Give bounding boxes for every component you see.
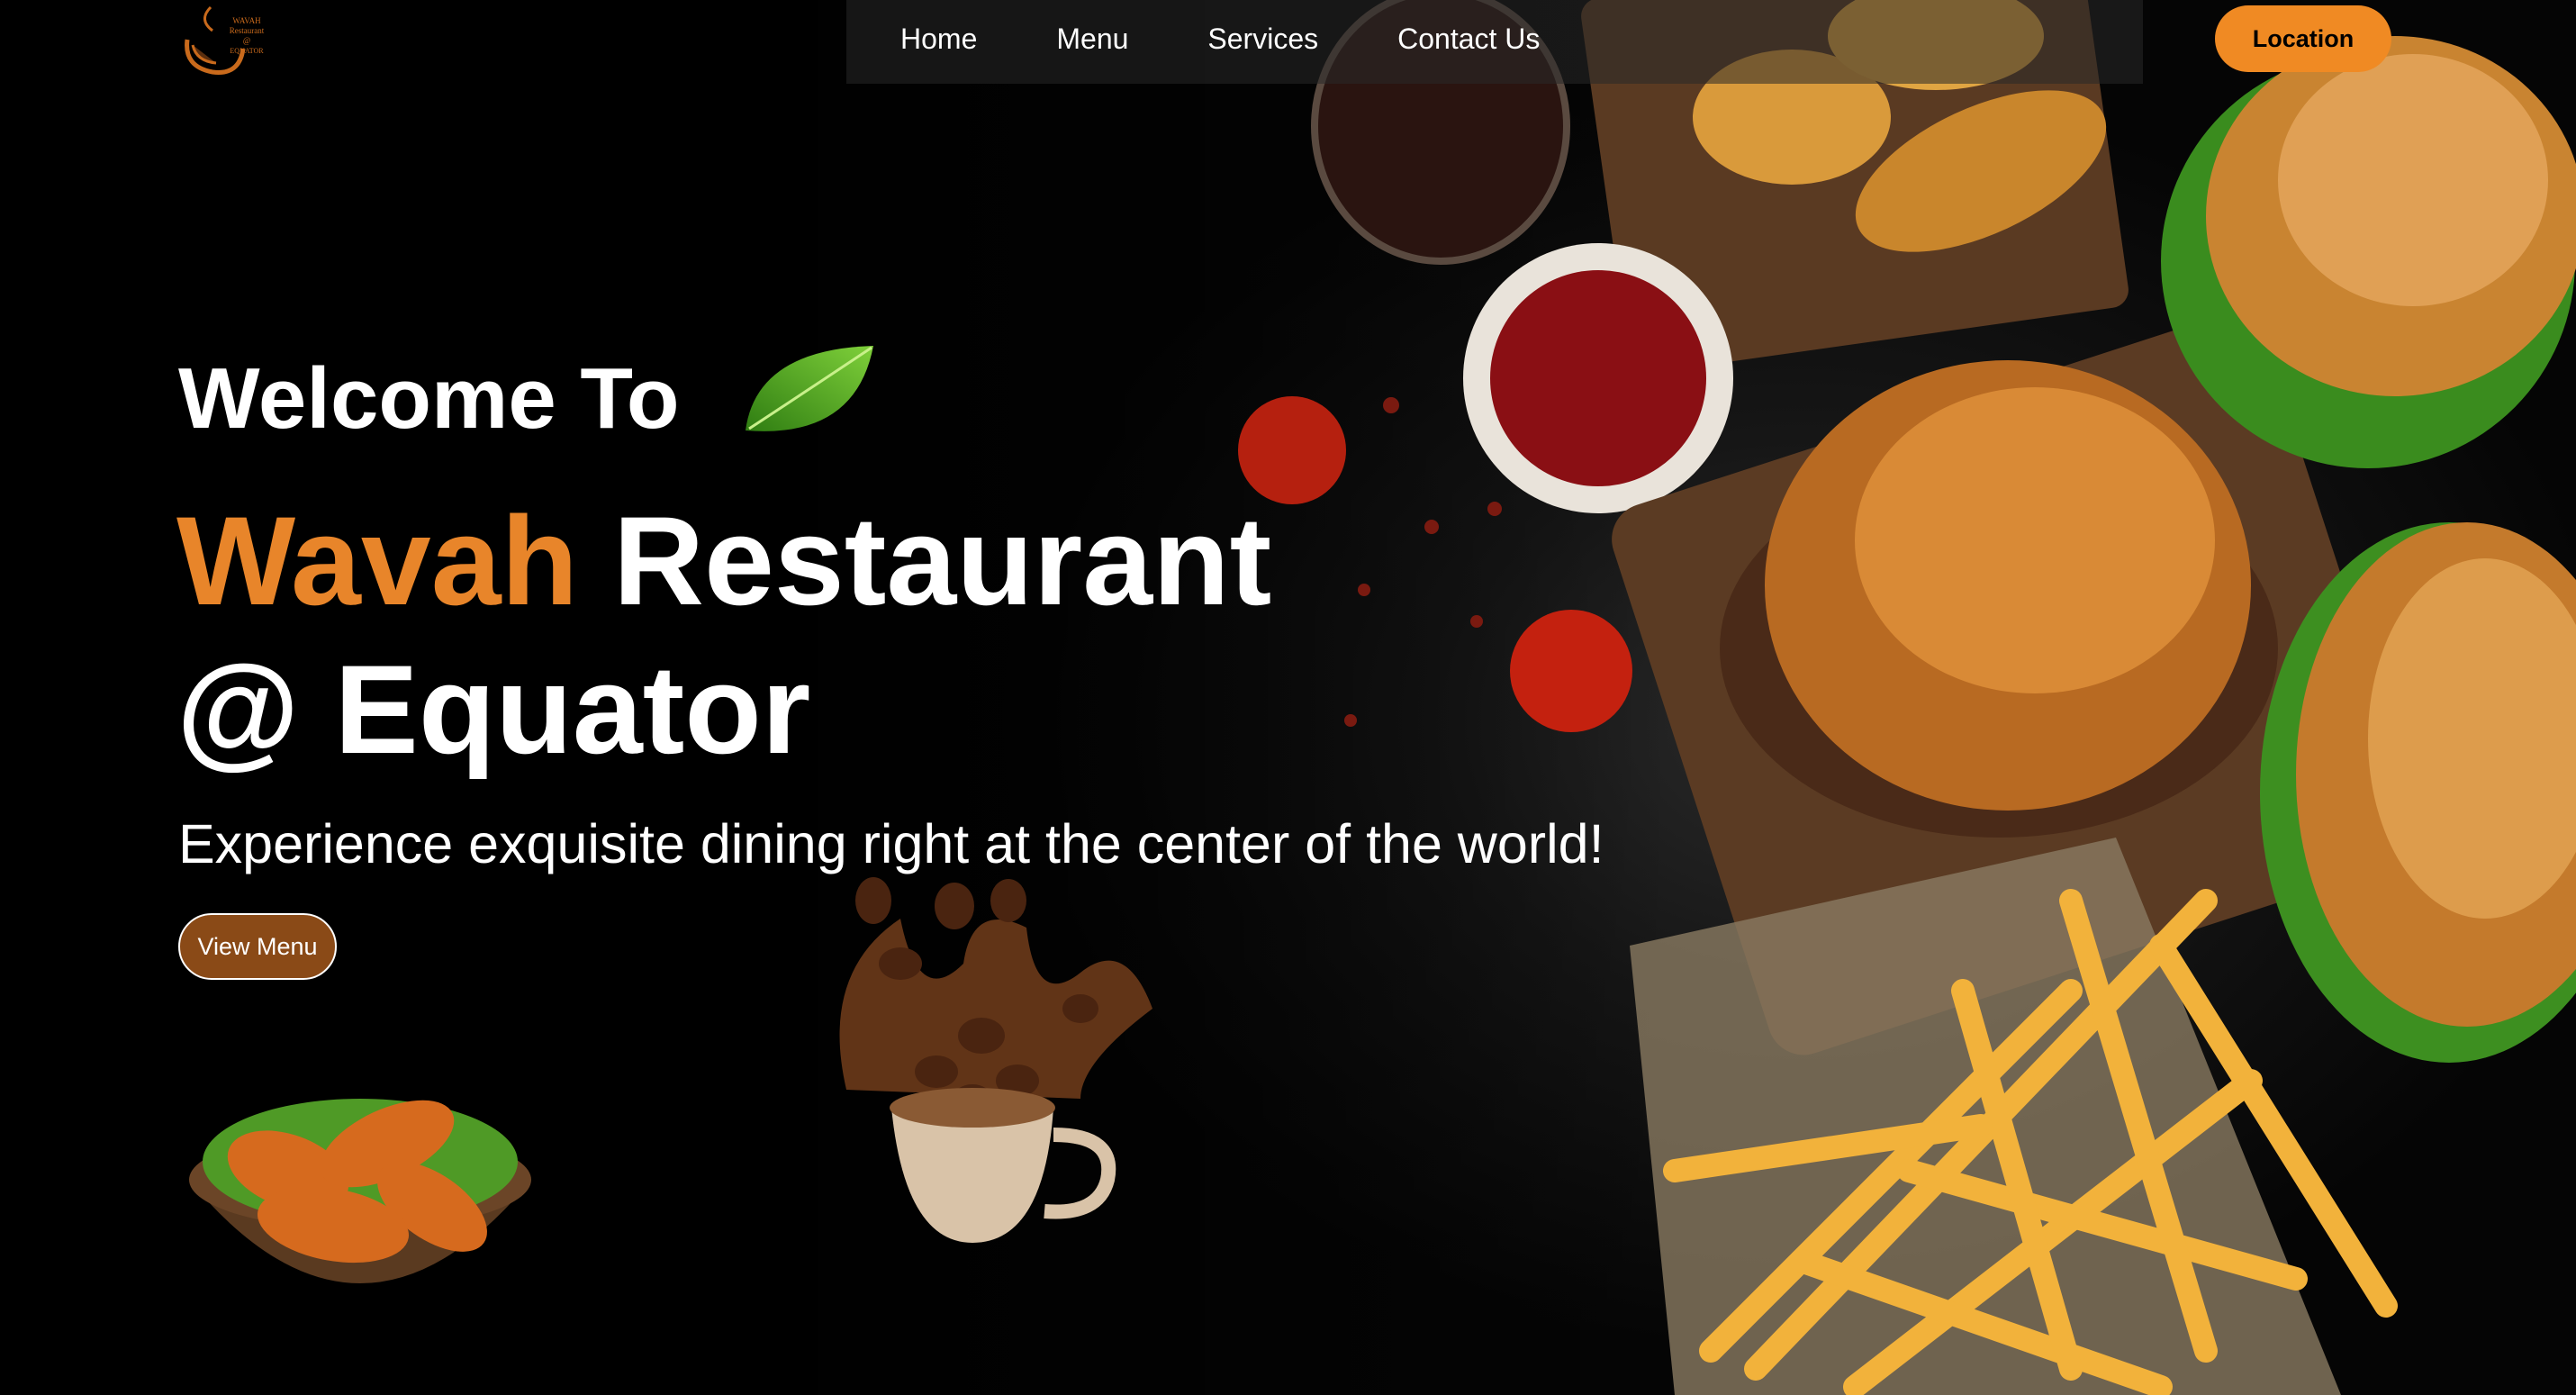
restaurant-title: Wavah Restaurant @ Equator <box>176 486 1271 784</box>
svg-text:WAVAH: WAVAH <box>232 16 261 25</box>
nav-links: Home Menu Services Contact Us <box>900 0 1619 77</box>
fried-chicken-basket-image <box>189 1099 531 1283</box>
svg-text:EQUATOR: EQUATOR <box>230 47 264 55</box>
leaf-icon <box>746 346 873 431</box>
top-navbar: WAVAH Restaurant @ EQUATOR Home Menu Ser… <box>0 0 2576 84</box>
location-button[interactable]: Location <box>2215 5 2391 72</box>
hero-tagline: Experience exquisite dining right at the… <box>178 813 1604 874</box>
nav-menu-link[interactable]: Menu <box>1056 23 1128 56</box>
brand-name: Wavah <box>176 490 579 631</box>
coffee-cup-splash-image <box>839 877 1152 1243</box>
title-restaurant-word: Restaurant <box>612 490 1272 631</box>
nav-services-link[interactable]: Services <box>1207 23 1318 56</box>
nav-home-link[interactable]: Home <box>900 23 977 56</box>
svg-text:@: @ <box>243 36 250 45</box>
svg-text:Restaurant: Restaurant <box>230 26 265 35</box>
title-line-two: @ Equator <box>176 639 811 780</box>
nav-contact-link[interactable]: Contact Us <box>1397 23 1540 56</box>
welcome-heading: Welcome To <box>178 350 680 447</box>
view-menu-button[interactable]: View Menu <box>178 913 337 980</box>
food-collage-image <box>1238 0 2576 1395</box>
restaurant-logo[interactable]: WAVAH Restaurant @ EQUATOR <box>176 4 274 79</box>
